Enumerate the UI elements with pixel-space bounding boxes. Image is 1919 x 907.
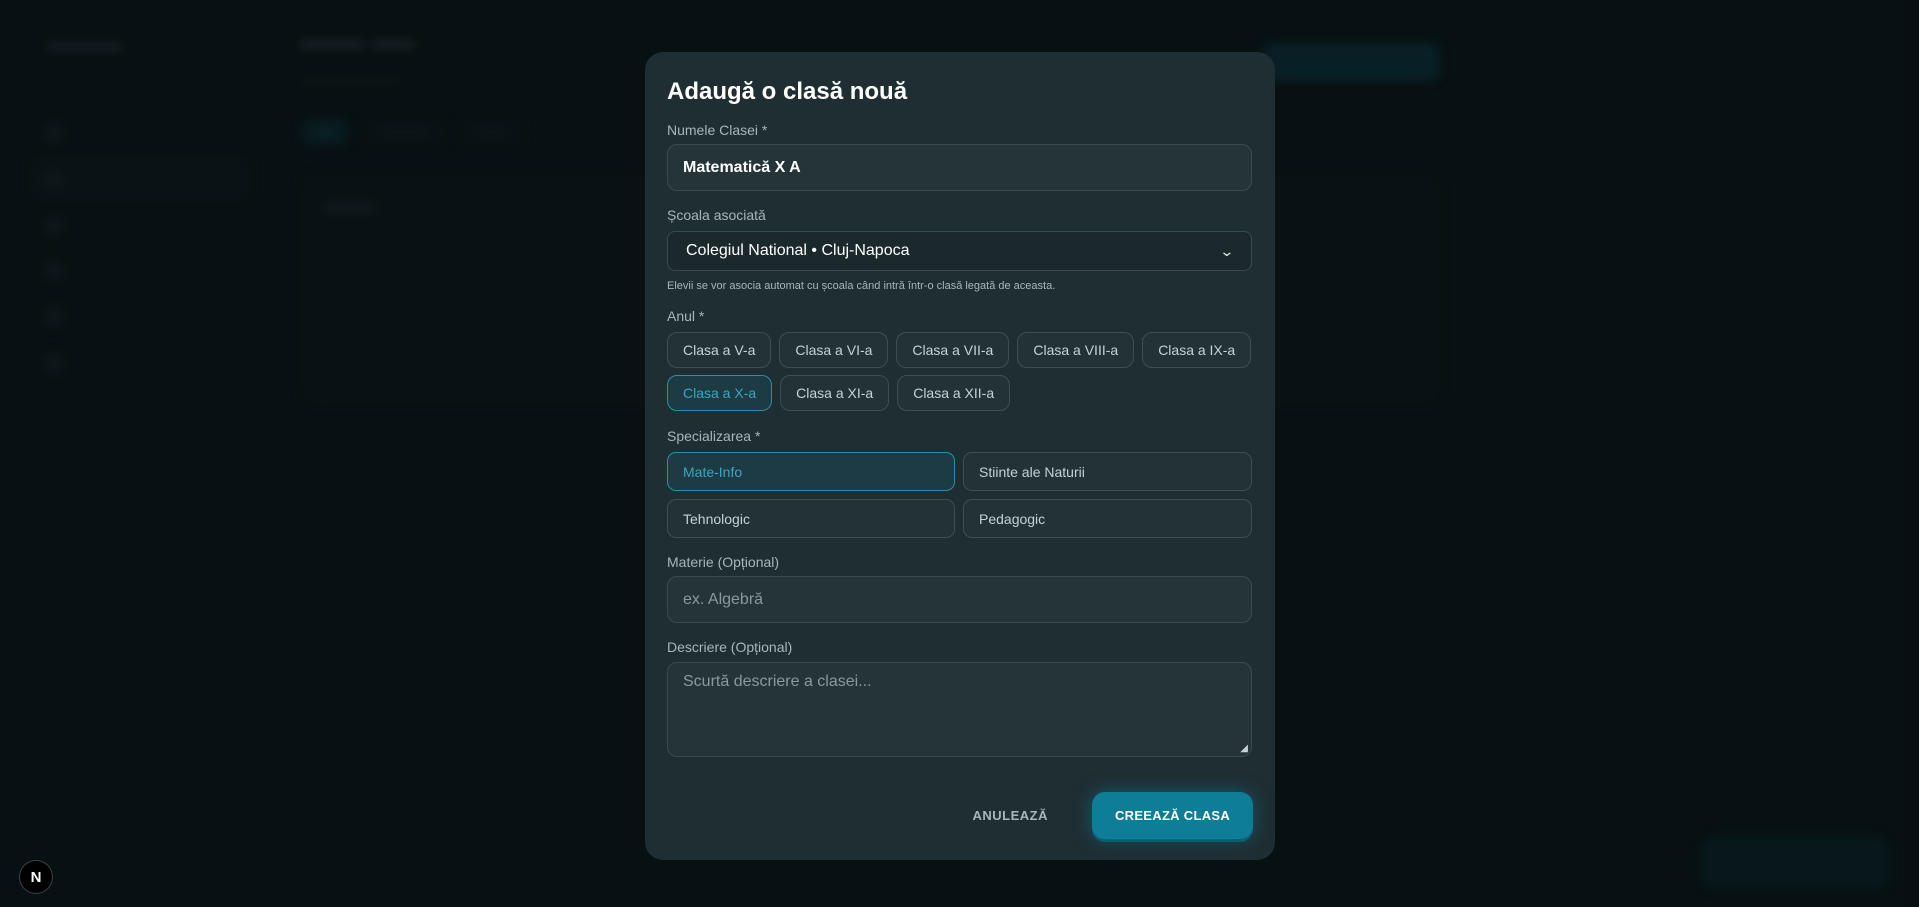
- create-class-button[interactable]: CREEAZĂ CLASA: [1092, 792, 1253, 839]
- description-placeholder: Scurtă descriere a clasei...: [683, 673, 872, 690]
- cancel-button[interactable]: ANULEAZĂ: [955, 808, 1067, 823]
- school-select-value: Colegiul National • Cluj-Napoca: [686, 242, 910, 259]
- subject-input[interactable]: ex. Algebră: [667, 576, 1252, 623]
- modal-title: Adaugă o clasă nouă: [667, 78, 908, 105]
- chevron-down-icon: ⌄: [1219, 242, 1235, 259]
- school-hint: Elevii se vor asocia automat cu școala c…: [667, 280, 1056, 292]
- specialization-option[interactable]: Pedagogic: [963, 499, 1252, 538]
- year-option[interactable]: Clasa a VI-a: [779, 332, 889, 368]
- nextjs-badge-icon[interactable]: N: [19, 860, 53, 894]
- year-option[interactable]: Clasa a V-a: [667, 332, 772, 368]
- description-label: Descriere (Opțional): [667, 639, 793, 655]
- specialization-option[interactable]: Stiinte ale Naturii: [963, 452, 1252, 491]
- class-name-label: Numele Clasei *: [667, 122, 768, 138]
- school-label: Școala asociată: [667, 207, 766, 223]
- specialization-label: Specializarea *: [667, 428, 761, 444]
- subject-label: Materie (Opțional): [667, 554, 780, 570]
- add-class-modal: Adaugă o clasă nouă Numele Clasei * Mate…: [645, 52, 1275, 860]
- year-option[interactable]: Clasa a XI-a: [780, 375, 890, 411]
- year-options: Clasa a V-a Clasa a VI-a Clasa a VII-a C…: [667, 332, 1267, 411]
- class-name-input[interactable]: Matematică X A: [667, 144, 1252, 191]
- specialization-options: Mate-Info Stiinte ale Naturii Tehnologic…: [667, 452, 1253, 538]
- description-textarea[interactable]: Scurtă descriere a clasei... ◢: [667, 662, 1252, 757]
- year-option[interactable]: Clasa a VIII-a: [1017, 332, 1135, 368]
- year-option[interactable]: Clasa a X-a: [667, 375, 773, 411]
- year-option[interactable]: Clasa a XII-a: [897, 375, 1011, 411]
- specialization-option[interactable]: Tehnologic: [667, 499, 955, 538]
- specialization-option[interactable]: Mate-Info: [667, 452, 955, 491]
- modal-actions: ANULEAZĂ CREEAZĂ CLASA: [955, 792, 1253, 839]
- school-select[interactable]: Colegiul National • Cluj-Napoca ⌄: [667, 231, 1252, 271]
- resize-grip-icon[interactable]: ◢: [1240, 743, 1248, 754]
- year-option[interactable]: Clasa a VII-a: [896, 332, 1010, 368]
- year-label: Anul *: [667, 308, 705, 324]
- year-option[interactable]: Clasa a IX-a: [1142, 332, 1252, 368]
